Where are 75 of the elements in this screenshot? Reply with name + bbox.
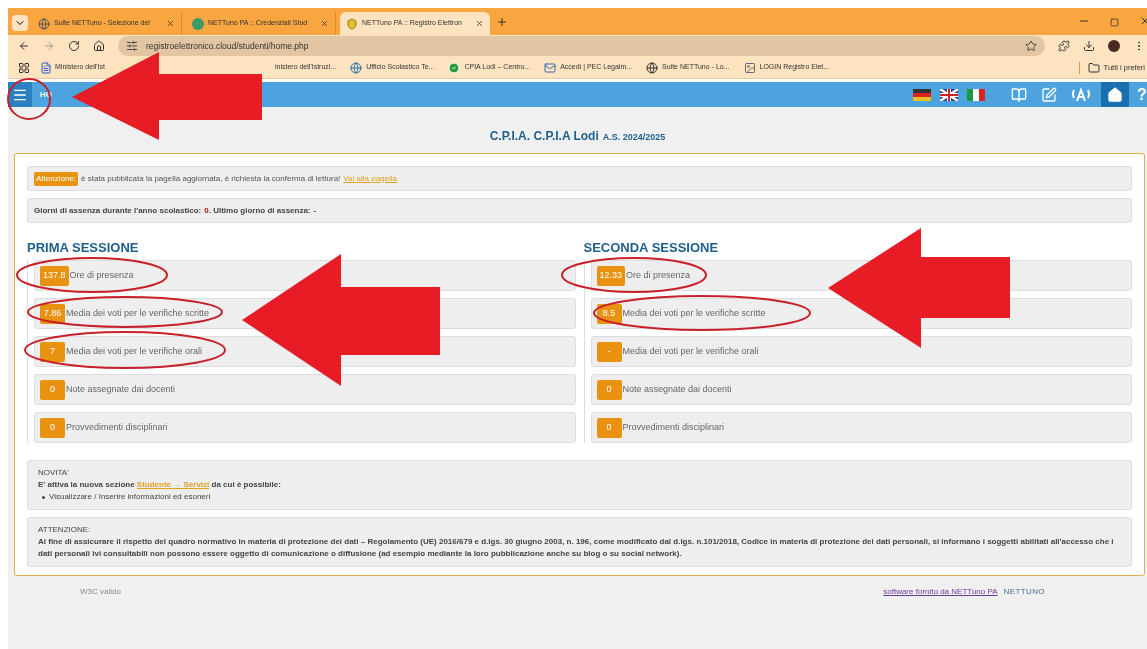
row-label: Ore di presenza [69,268,134,282]
news-text: E' attiva la nuova sezione Studente → Servizi da cui è possibile: [38,479,282,491]
globe-icon [350,61,363,74]
shield-icon [346,17,358,30]
news-title: NOVITA' [38,467,70,479]
back-icon[interactable] [18,40,30,52]
value-badge: 0 [596,417,622,438]
last-absence-label: . Ultimo giorno di assenza: [208,204,311,217]
flag-icon[interactable] [940,88,958,101]
edit-icon[interactable] [1041,86,1057,103]
row-label: Note assegnate dai docenti [66,382,176,396]
close-icon[interactable] [475,19,484,28]
broadcast-icon[interactable] [1071,86,1091,103]
brand-logo: NETTUNO [1003,586,1045,598]
apps-icon[interactable] [18,61,30,74]
close-icon[interactable] [166,19,175,28]
privacy-title: ATTENZIONE: [38,524,92,536]
check-icon [448,61,461,74]
news-item: Visualizzare / Inserire informazioni ed esoneri [49,491,211,503]
annotation-circle [7,78,51,120]
row-label: Provvedimenti disciplinari [66,420,168,434]
value-badge: 0 [596,379,622,400]
mail-icon [544,61,557,74]
close-icon[interactable] [320,19,329,28]
school-name: C.P.I.A. C.P.I.A Lodi [489,128,599,145]
value-badge: - [596,341,622,362]
row-label: Media dei voti per le verifiche orali [622,344,759,358]
session-title: PRIMA SESSIONE [27,239,140,256]
row-label: Note assegnate dai docenti [622,382,732,396]
row-label: Provvedimenti disciplinari [622,420,725,434]
home-button[interactable] [1101,82,1129,107]
session-title: SECONDA SESSIONE [583,239,720,256]
row-label: Media dei voti per le verifiche orali [66,344,203,358]
attention-badge: Attenzione: [34,171,79,186]
site-icon [192,17,204,30]
value-badge: 137.8 [40,265,69,286]
folder-icon [1087,61,1100,74]
absence-label: Giorni di assenza durante l'anno scolastico: [34,204,202,217]
flag-icon[interactable] [967,88,985,101]
maximize-icon[interactable] [1110,18,1119,27]
document-icon [40,61,52,74]
profile-avatar[interactable] [1108,40,1120,52]
value-badge: 7.86 [40,303,65,324]
image-icon [743,61,756,74]
row-label: Media dei voti per le verifiche scritte [622,306,766,320]
value-badge: 0 [40,417,65,438]
bullet-icon [42,495,45,499]
privacy-text: Al fine di assicurare il rispetto del quadro normativo in materia di protezione dei dati – Regolamento (UE) 2016/679 e d.lgs. 30 giugno 2003, n. 196, come modificato dal d.lgs. n.101/2018, Codice in materia di protezione dei dati personali, si informano i soggetti abilitati all'accesso che i dati personali ivi consultabili non possono essere oggetto di comunicazione o diffusione (ad esempio mediante la loro pubblicazione anche su blog o su social network). [38,536,1115,560]
home-icon [1107,86,1123,103]
row-label: Ore di presenza [626,268,691,282]
tab-list-button[interactable] [12,15,28,31]
value-badge: 7 [40,341,65,362]
site-settings-icon[interactable] [126,40,138,52]
absence-days: 0 [204,204,209,217]
extensions-icon[interactable] [1058,40,1070,52]
school-year: A.S. 2024/2025 [602,131,666,144]
validator-text: W3C valido [80,586,121,598]
address-bar[interactable]: registroelettronico.cloud/studenti/home.php [118,36,1045,56]
bookmark-star-icon[interactable] [1025,40,1037,52]
url-text: registroelettronico.cloud/studenti/home.php [146,39,310,53]
last-absence-value: - [313,204,317,217]
download-icon[interactable] [1083,40,1095,52]
value-badge: 0 [40,379,65,400]
globe-icon [38,17,50,30]
credit-link[interactable]: software fornito da NETTuno PA [883,586,998,598]
home-icon[interactable] [93,40,105,52]
menu-button[interactable] [8,82,32,107]
row-label: Media dei voti per le verifiche scritte [66,306,210,320]
globe-icon [646,61,659,74]
reload-icon[interactable] [68,40,80,52]
value-badge: 12.33 [596,265,626,286]
book-icon[interactable] [1011,86,1027,103]
flag-icon[interactable] [913,88,931,101]
new-tab-icon[interactable] [496,16,508,28]
alert-message: è stata pubblicata la pagella aggiornata, è richiesta la conferma di lettura! [81,172,341,185]
